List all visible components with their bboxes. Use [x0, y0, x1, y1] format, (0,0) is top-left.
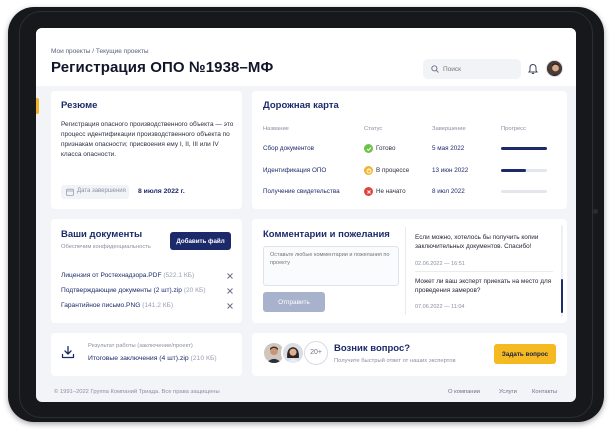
remove-file-icon[interactable] [225, 286, 235, 296]
document-item: Гарантийное письмо.PNG (141.2 КБ) [61, 302, 239, 312]
document-link[interactable]: Подтверждающие документы (2 шт).zip (20 … [61, 287, 206, 294]
comment-time: 07.06.2022 — 11:04 [415, 304, 465, 310]
comment-message: Если можно, хотелось бы получить копии з… [415, 234, 539, 251]
result-file-link[interactable]: Итоговые заключения (4 шт).zip (210 КБ) [88, 355, 217, 362]
comment-time: 02.06.2022 — 16:51 [415, 261, 465, 267]
documents-card: Ваши документы Обеспечим конфиденциально… [51, 219, 242, 323]
roadmap-card: Дорожная карта Название Статус Завершени… [252, 91, 567, 209]
camera-dot [593, 209, 598, 214]
comments-divider [405, 227, 406, 315]
roadmap-row-name[interactable]: Идентификация ОПО [263, 167, 326, 174]
comments-card: Комментарии и пожелания Отправить Если м… [252, 219, 567, 323]
result-card: Результат работы (заключение/проект) Ито… [51, 333, 242, 376]
progress-fill [501, 169, 527, 172]
remove-file-icon[interactable] [225, 271, 235, 281]
resume-title: Резюме [61, 100, 98, 111]
question-subtitle: Получите быстрый ответ от наших эксперто… [334, 358, 456, 364]
resume-text: Регистрация опасного производственного о… [61, 121, 234, 158]
scrollbar-thumb[interactable] [561, 279, 563, 313]
roadmap-row-name[interactable]: Получение свидетельства [263, 188, 340, 195]
experts-count-badge: 20+ [304, 341, 328, 365]
roadmap-row-date: 5 мая 2022 [432, 145, 465, 152]
breadcrumb[interactable]: Мои проекты / Текущие проекты [51, 48, 149, 55]
roadmap-row-status-label: Готово [376, 145, 396, 152]
add-file-button[interactable]: Добавить файл [170, 232, 231, 250]
result-file-size: (210 КБ) [190, 355, 217, 362]
footer-link-services[interactable]: Услуги [499, 389, 517, 395]
roadmap-row-status-label: В процессе [376, 167, 410, 174]
progress-fill [501, 147, 547, 150]
document-name[interactable]: Гарантийное письмо.PNG [61, 302, 140, 309]
roadmap-col-name: Название [263, 126, 289, 132]
app-screen: Мои проекты / Текущие проекты Регистраци… [36, 28, 576, 402]
search-box[interactable] [423, 59, 521, 79]
comments-title: Комментарии и пожелания [263, 229, 390, 240]
question-title: Возник вопрос? [334, 343, 411, 354]
roadmap-col-status: Статус [364, 126, 383, 132]
comments-scrollbar[interactable] [561, 225, 563, 317]
user-avatar[interactable] [546, 60, 563, 77]
resume-card: Резюме Регистрация опасного производстве… [36, 91, 242, 209]
footer-link-contacts[interactable]: Контакты [532, 389, 557, 395]
status-not-started-icon [364, 187, 373, 196]
search-icon [431, 65, 439, 73]
bell-icon[interactable] [527, 63, 539, 75]
expert-avatar [281, 341, 305, 365]
document-size: (20 КБ) [183, 287, 206, 294]
user-avatar-image [547, 61, 562, 76]
document-name[interactable]: Лицензия от Ростехнадзора.PDF [61, 272, 161, 279]
roadmap-row-name[interactable]: Сбор документов [263, 145, 314, 152]
result-label: Результат работы (заключение/проект) [88, 343, 193, 349]
ask-question-button[interactable]: Задать вопрос [494, 344, 556, 364]
document-name[interactable]: Подтверждающие документы (2 шт).zip [61, 287, 182, 294]
comment-box[interactable] [263, 246, 399, 286]
question-card: 20+ Возник вопрос? Получите быстрый отве… [252, 333, 567, 376]
document-size: (522.1 КБ) [163, 272, 195, 279]
footer-copyright: © 1991–2022 Группа Компаний Триада. Все … [54, 389, 220, 395]
roadmap-row-date: 13 июн 2022 [432, 167, 469, 174]
roadmap-row-progress [501, 169, 547, 172]
page-title: Регистрация ОПО №1938–МФ [51, 59, 274, 76]
documents-title: Ваши документы [61, 229, 143, 240]
comment-separator [415, 271, 553, 272]
roadmap-col-progress: Прогресс [501, 126, 526, 132]
document-link[interactable]: Гарантийное письмо.PNG (141.2 КБ) [61, 302, 173, 309]
document-size: (141.2 КБ) [142, 302, 174, 309]
download-icon[interactable] [61, 345, 75, 359]
roadmap-row-date: 8 июл 2022 [432, 188, 465, 195]
calendar-icon [66, 188, 74, 196]
document-item: Подтверждающие документы (2 шт).zip (20 … [61, 287, 239, 297]
comment-message: Может ли ваш эксперт приехать на место д… [415, 278, 552, 295]
search-input[interactable] [443, 62, 515, 76]
remove-file-icon[interactable] [225, 301, 235, 311]
document-link[interactable]: Лицензия от Ростехнадзора.PDF (522.1 КБ) [61, 272, 194, 279]
roadmap-row-status-label: Не начато [376, 188, 406, 195]
expert-avatar-image [283, 343, 303, 363]
roadmap-col-completion: Завершение [432, 126, 466, 132]
footer-link-about[interactable]: О компании [448, 389, 480, 395]
roadmap-row-progress [501, 147, 547, 150]
comment-input[interactable] [270, 252, 394, 282]
documents-subtitle: Обеспечим конфиденциальность [61, 244, 151, 250]
page-header: Мои проекты / Текущие проекты Регистраци… [36, 28, 576, 86]
status-done-icon [364, 144, 373, 153]
status-in-progress-icon [364, 166, 373, 175]
result-file-name[interactable]: Итоговые заключения (4 шт).zip [88, 355, 189, 362]
document-item: Лицензия от Ростехнадзора.PDF (522.1 КБ) [61, 272, 239, 282]
completion-date-label: Дата завершения [77, 188, 126, 194]
roadmap-row-progress [501, 190, 547, 193]
send-comment-button[interactable]: Отправить [263, 292, 325, 312]
completion-date-value: 8 июля 2022 г. [138, 188, 185, 195]
resume-accent-marker [36, 98, 39, 114]
roadmap-title: Дорожная карта [263, 100, 339, 111]
completion-date-chip: Дата завершения [61, 185, 129, 199]
